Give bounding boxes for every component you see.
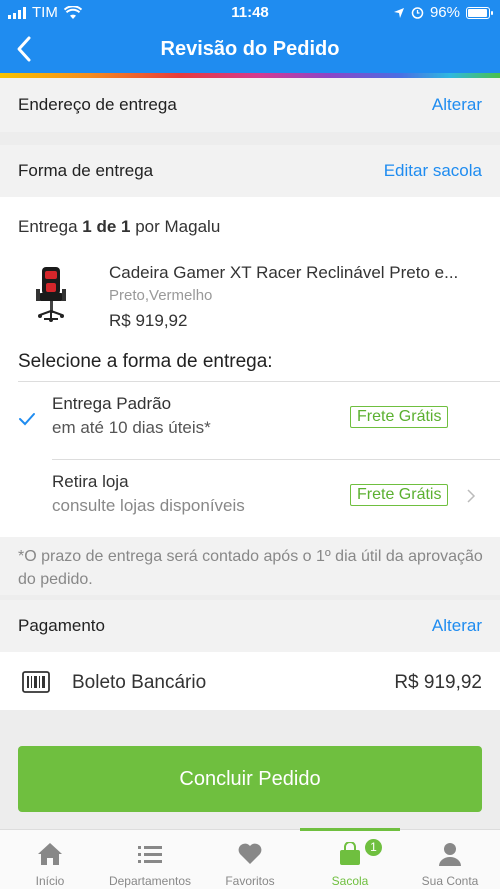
nav-label: Sacola [331,874,369,888]
page-title: Revisão do Pedido [160,38,340,60]
shipment-prefix: Entrega [18,217,78,236]
bag-icon [340,842,360,865]
nav-label: Sua Conta [421,874,479,888]
payment-amount: R$ 919,92 [394,672,482,693]
product-price: R$ 919,92 [109,311,188,330]
nav-home[interactable]: Início [0,830,100,889]
product-name[interactable]: Cadeira Gamer XT Racer Reclinável Preto … [109,263,484,283]
checkout-button[interactable]: Concluir Pedido [18,746,482,812]
change-address-link[interactable]: Alterar [432,95,482,115]
shipment-count: 1 de 1 [82,217,131,236]
user-icon [439,843,461,866]
bag-count-badge: 1 [363,837,384,858]
address-row: Endereço de entrega Alterar [0,78,500,132]
address-label: Endereço de entrega [18,95,177,114]
delivery-options-heading: Selecione a forma de entrega: [18,351,273,372]
list-icon [138,846,162,863]
delivery-method-label: Forma de entrega [18,161,154,180]
product-image [36,267,66,322]
shipment-header: Entrega 1 de 1 por Magalu [18,217,220,237]
option-detail: consulte lojas disponíveis [52,496,245,515]
payment-row: Pagamento Alterar [0,600,500,652]
nav-bag[interactable]: Sacola [300,830,400,889]
payment-label: Pagamento [18,616,105,635]
option-title: Retira loja [52,472,129,491]
shipment-seller: por Magalu [135,217,221,236]
bottom-nav: Início Departamentos Favoritos Sacola Su… [0,828,500,889]
free-shipping-badge: Frete Grátis [350,406,449,428]
product-variant: Preto,Vermelho [109,287,213,304]
free-shipping-badge: Frete Grátis [350,484,449,506]
payment-method-card: Boleto Bancário R$ 919,92 [0,652,500,710]
delivery-option-store-pickup[interactable]: Retira loja consulte lojas disponíveis F… [0,460,500,537]
delivery-option-standard[interactable]: Entrega Padrão em até 10 dias úteis* Fre… [0,382,500,459]
app-header: TIM 11:48 96% Revisão do Pedido [0,0,500,78]
option-title: Entrega Padrão [52,394,172,413]
alarm-icon [411,7,424,19]
nav-account[interactable]: Sua Conta [400,830,500,889]
delivery-note: *O prazo de entrega será contado após o … [0,537,500,595]
nav-label: Início [35,874,65,888]
battery-icon [466,6,493,19]
check-icon [19,413,35,426]
home-icon [38,843,62,865]
delivery-method-row: Forma de entrega Editar sacola [0,145,500,197]
nav-departments[interactable]: Departamentos [100,830,200,889]
barcode-icon [22,671,50,693]
nav-label: Departamentos [108,874,192,888]
location-icon [393,7,404,18]
nav-label: Favoritos [225,874,275,888]
chevron-right-icon [467,489,476,503]
edit-bag-link[interactable]: Editar sacola [384,161,482,181]
option-detail: em até 10 dias úteis* [52,418,211,437]
heart-icon [238,843,262,864]
shipment-card: Entrega 1 de 1 por Magalu Cadeira Gamer … [0,197,500,537]
status-bar: TIM 11:48 96% [0,0,500,26]
change-payment-link[interactable]: Alterar [432,616,482,636]
nav-favorites[interactable]: Favoritos [200,830,300,889]
payment-method-label: Boleto Bancário [72,672,207,693]
delivery-note-text: *O prazo de entrega será contado após o … [18,548,483,588]
battery-percent: 96% [429,4,460,21]
